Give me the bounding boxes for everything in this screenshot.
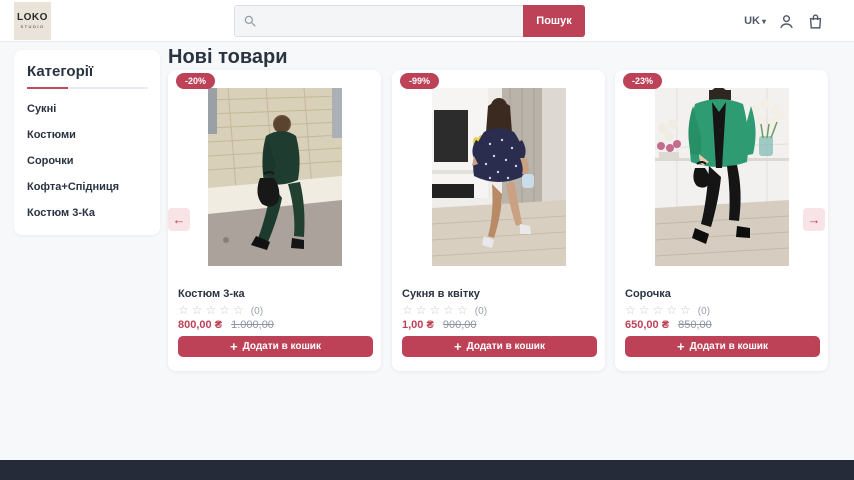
add-to-cart-button[interactable]: + Додати в кошик <box>402 336 597 357</box>
price-current: 1,00 ₴ <box>402 319 434 331</box>
stars: ☆☆☆☆☆ <box>178 303 247 317</box>
search-input[interactable] <box>235 6 523 36</box>
plus-icon: + <box>454 342 462 352</box>
search-input-wrap <box>234 5 523 37</box>
rating-stars: ☆☆☆☆☆ (0) <box>625 303 710 317</box>
product-card[interactable]: -23% Сорочка ☆☆☆☆☆( <box>615 70 828 371</box>
product-card[interactable]: -99% Су <box>392 70 605 371</box>
photo-street-scene <box>208 88 342 266</box>
add-to-cart-button[interactable]: + Додати в кошик <box>178 336 373 357</box>
logo-title: LOKO <box>17 13 48 23</box>
price-old: 1.000,00 <box>231 319 274 331</box>
rating-stars: ☆☆☆☆☆ (0) <box>402 303 487 317</box>
product-card[interactable]: -20% Костюм 3 <box>168 70 381 371</box>
price-old: 900,00 <box>443 319 477 331</box>
discount-badge: -20% <box>176 73 215 89</box>
logo[interactable]: LOKO STUDIO <box>14 2 51 40</box>
search-button[interactable]: Пошук <box>523 5 585 37</box>
product-name[interactable]: Костюм 3-ка <box>178 288 245 300</box>
carousel-prev-button[interactable]: ← <box>168 208 190 231</box>
arrow-left-icon: ← <box>173 212 186 227</box>
stars: ☆☆☆☆☆ <box>402 303 471 317</box>
sidebar-item-suits[interactable]: Костюми <box>27 129 148 141</box>
page-title: Нові товари <box>168 46 287 69</box>
rating-count: (0) <box>475 306 487 317</box>
rating-stars: ☆☆☆☆☆ (0) <box>178 303 263 317</box>
price-old: 850,00 <box>678 319 712 331</box>
header-controls: UK ▾ <box>744 0 824 42</box>
sidebar-item-dresses[interactable]: Сукні <box>27 103 148 115</box>
product-name[interactable]: Сукня в квітку <box>402 288 480 300</box>
product-image-floral-dress <box>432 88 566 266</box>
add-to-cart-label: Додати в кошик <box>467 341 545 352</box>
price-current: 650,00 ₴ <box>625 319 669 331</box>
price-row: 800,00 ₴ 1.000,00 <box>178 319 274 331</box>
language-switcher[interactable]: UK ▾ <box>744 15 766 27</box>
search-bar: Пошук <box>234 5 585 37</box>
product-image-green-shirt <box>655 88 789 266</box>
sidebar-divider <box>27 87 148 89</box>
sidebar-item-top-skirt[interactable]: Кофта+Спідниця <box>27 181 148 193</box>
product-image-suit-3-piece <box>208 88 342 266</box>
arrow-right-icon: → <box>808 212 821 227</box>
photo-interior-scene <box>432 88 566 266</box>
sidebar-item-suit-3piece[interactable]: Костюм 3-Ка <box>27 207 148 219</box>
photo-kitchen-scene <box>655 88 789 266</box>
discount-badge: -99% <box>400 73 439 89</box>
price-row: 650,00 ₴ 850,00 <box>625 319 712 331</box>
rating-count: (0) <box>251 306 263 317</box>
search-icon <box>243 14 257 28</box>
price-current: 800,00 ₴ <box>178 319 222 331</box>
add-to-cart-label: Додати в кошик <box>243 341 321 352</box>
sidebar-title: Категорії <box>27 63 148 80</box>
add-to-cart-label: Додати в кошик <box>690 341 768 352</box>
product-name[interactable]: Сорочка <box>625 288 671 300</box>
header: LOKO STUDIO Пошук UK ▾ <box>0 0 854 42</box>
footer-bar <box>0 460 854 480</box>
plus-icon: + <box>230 342 238 352</box>
logo-subtitle: STUDIO <box>20 24 44 29</box>
discount-badge: -23% <box>623 73 662 89</box>
sidebar-item-shirts[interactable]: Сорочки <box>27 155 148 167</box>
language-label: UK <box>744 15 760 27</box>
cart-icon[interactable] <box>807 13 824 30</box>
add-to-cart-button[interactable]: + Додати в кошик <box>625 336 820 357</box>
chevron-down-icon: ▾ <box>762 17 766 26</box>
plus-icon: + <box>677 342 685 352</box>
rating-count: (0) <box>698 306 710 317</box>
stars: ☆☆☆☆☆ <box>625 303 694 317</box>
carousel-next-button[interactable]: → <box>803 208 825 231</box>
categories-sidebar: Категорії Сукні Костюми Сорочки Кофта+Сп… <box>14 50 160 235</box>
price-row: 1,00 ₴ 900,00 <box>402 319 477 331</box>
user-account-icon[interactable] <box>778 13 795 30</box>
